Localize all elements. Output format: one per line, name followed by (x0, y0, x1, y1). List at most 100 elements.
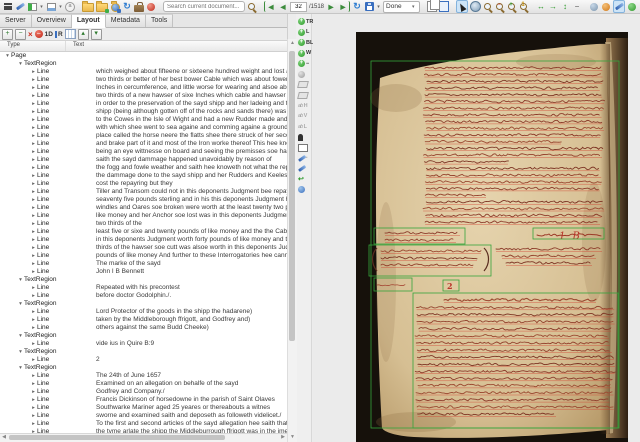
edit-shape-tool[interactable]: − (298, 154, 308, 163)
tree-row[interactable]: ▸Linetaken by the Middleborough ffrigott… (0, 316, 287, 324)
close-document-icon[interactable] (146, 1, 156, 12)
expand-arrow[interactable]: ▸ (30, 412, 37, 420)
rotate-ball-icon[interactable] (589, 1, 599, 12)
zoom-out-icon[interactable]: − (495, 1, 505, 12)
tree-row[interactable]: ▸Lineshipp (being although gotten off of… (0, 108, 287, 116)
tab-overview[interactable]: Overview (32, 14, 72, 27)
vertical-scrollbar[interactable]: ▲ ▼ (287, 39, 297, 442)
collapse-all-icon[interactable]: − (15, 29, 26, 40)
expand-arrow[interactable]: ▸ (30, 420, 37, 428)
help-tool[interactable] (298, 185, 305, 194)
tree-row[interactable]: ▸Linevide ius in Quire B:9 (0, 340, 287, 348)
remove-item-icon[interactable]: − (35, 30, 43, 38)
add-point-tool[interactable] (298, 164, 306, 173)
expand-arrow[interactable]: ▸ (30, 156, 37, 164)
tree-row[interactable]: ▸LineLord Protector of the goods in the … (0, 308, 287, 316)
sync-icon[interactable]: ↻ (122, 1, 132, 12)
expand-arrow[interactable]: ▸ (30, 132, 37, 140)
fit-width-icon[interactable]: ↔ (536, 1, 546, 12)
tree-row[interactable]: ▸LineTiller and Transom could not in thi… (0, 188, 287, 196)
tree-row[interactable]: ▸LineInches in cercumference, and little… (0, 84, 287, 92)
tree-row[interactable]: ▸Linethe dammage done to the sayd shipp … (0, 172, 287, 180)
tab-server[interactable]: Server (0, 14, 32, 27)
move-down-icon[interactable]: ▾ (91, 29, 102, 40)
expand-arrow[interactable]: ▸ (30, 164, 37, 172)
expand-arrow[interactable]: ▸ (30, 316, 37, 324)
image-canvas[interactable]: 1 B2 (313, 14, 640, 442)
tree-row[interactable]: ▸Linetwo thirds of a new hawser of sixe … (0, 92, 287, 100)
rectangle-mode-tool[interactable] (298, 143, 308, 152)
expand-arrow[interactable]: ▸ (30, 116, 37, 124)
annotation-icon[interactable]: a (65, 1, 75, 12)
tree-row[interactable]: ▸Linebefore doctor Godolphin./. (0, 292, 287, 300)
reload-page-icon[interactable]: ↻ (352, 1, 362, 12)
document-icon[interactable] (439, 1, 449, 12)
expand-arrow[interactable]: ▸ (30, 308, 37, 316)
page-number-input[interactable] (290, 2, 307, 12)
expand-arrow[interactable]: ▸ (30, 284, 37, 292)
collapse-arrow[interactable]: ▾ (4, 52, 11, 60)
tab-metadata[interactable]: Metadata (106, 14, 146, 27)
tree-row[interactable]: ▸LineThe 24th of June 1657 (0, 372, 287, 380)
expand-arrow[interactable]: ▸ (30, 252, 37, 260)
expand-arrow[interactable]: ▸ (30, 404, 37, 412)
expand-arrow[interactable]: ▸ (30, 388, 37, 396)
zoom-in-icon[interactable]: + (507, 1, 517, 12)
tree-row[interactable]: ▸Linesaith the sayd dammage happened una… (0, 156, 287, 164)
view-panel-caret[interactable]: ▾ (58, 1, 63, 12)
expand-arrow[interactable]: ▸ (30, 212, 37, 220)
save-options-caret[interactable]: ▾ (376, 1, 381, 12)
tree-row[interactable]: ▸LineFrancis Dickinson of horsedowne in … (0, 396, 287, 404)
split-vertical-tool[interactable]: abV (298, 112, 307, 121)
collapse-arrow[interactable]: ▾ (17, 60, 24, 68)
tree-row[interactable]: ▾TextRegion (0, 364, 287, 372)
scroll-down-arrow[interactable]: ▼ (288, 433, 297, 442)
tree-row[interactable]: ▸Linetwo thirds of the (0, 220, 287, 228)
vertical-scrollbar-thumb[interactable] (289, 51, 295, 341)
expand-arrow[interactable]: ▸ (30, 172, 37, 180)
tree-row[interactable]: ▾TextRegion (0, 300, 287, 308)
expand-arrow[interactable]: ▸ (30, 340, 37, 348)
previous-page-button[interactable]: ◀ (278, 1, 288, 12)
collapse-arrow[interactable]: ▾ (17, 276, 24, 284)
expand-arrow[interactable]: ▸ (30, 148, 37, 156)
next-page-button[interactable]: ▶ (326, 1, 336, 12)
tree-row[interactable]: ▸LineTo the first and second articles of… (0, 420, 287, 428)
edit-mode-icon[interactable] (613, 0, 625, 13)
collapse-arrow[interactable]: ▾ (17, 300, 24, 308)
collapse-view-icon[interactable]: − (572, 1, 582, 12)
tree-row[interactable]: ▸LineJohn I B Bennett (0, 268, 287, 276)
tree-row[interactable]: ▸Linesworne and examined saith and depos… (0, 412, 287, 420)
loupe-icon[interactable] (483, 1, 493, 12)
expand-arrow[interactable]: ▸ (30, 236, 37, 244)
expand-all-icon[interactable]: + (2, 29, 13, 40)
expand-arrow[interactable]: ▸ (30, 92, 37, 100)
document-image[interactable]: 1 B2 (356, 32, 628, 442)
expand-arrow[interactable]: ▸ (30, 244, 37, 252)
reading-order-icon[interactable]: R (55, 31, 63, 38)
briefcase-icon[interactable] (134, 1, 144, 12)
expand-arrow[interactable]: ▸ (30, 84, 37, 92)
expand-arrow[interactable]: ▸ (30, 356, 37, 364)
view-panel-icon[interactable] (46, 1, 56, 12)
merge-shape-tool[interactable] (298, 91, 308, 100)
tree-row[interactable]: ▸Linein this deponents Judgment worth fo… (0, 236, 287, 244)
assign-child-tool[interactable] (298, 133, 303, 142)
expand-arrow[interactable]: ▸ (30, 396, 37, 404)
collapse-arrow[interactable]: ▾ (17, 332, 24, 340)
select-cursor-icon[interactable] (456, 0, 468, 13)
expand-arrow[interactable]: ▸ (30, 108, 37, 116)
fit-height-icon[interactable]: ↕ (560, 1, 570, 12)
add-textregion-tool[interactable]: +TR (298, 17, 313, 26)
expand-arrow[interactable]: ▸ (30, 260, 37, 268)
column-header-type[interactable]: Type (0, 41, 66, 51)
move-up-icon[interactable]: ▴ (78, 29, 89, 40)
menu-icon[interactable] (3, 1, 13, 12)
split-line-tool[interactable]: abL (298, 122, 307, 131)
tree-row[interactable]: ▸Linepounds of like money And further to… (0, 252, 287, 260)
search-input[interactable] (163, 1, 245, 12)
add-line-tool[interactable]: +L (298, 28, 309, 37)
last-page-button[interactable]: ▶ (338, 1, 350, 12)
first-page-button[interactable]: ◀ (264, 1, 276, 12)
expand-arrow[interactable]: ▸ (30, 68, 37, 76)
